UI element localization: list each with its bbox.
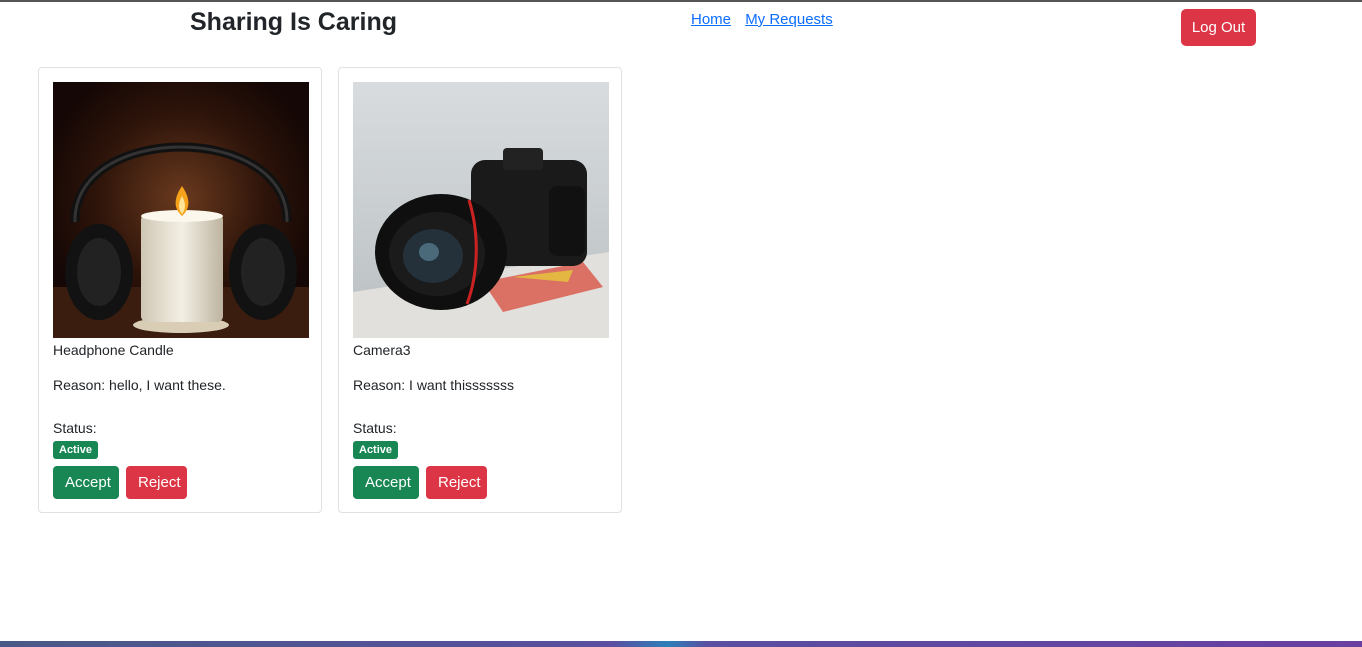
site-title: Sharing Is Caring [190, 8, 397, 36]
status-label: Status: [353, 420, 397, 436]
request-reason: Reason: I want thisssssss [353, 377, 515, 393]
reject-button[interactable]: Reject [426, 466, 487, 499]
item-image [353, 82, 609, 338]
top-border [0, 0, 1362, 2]
request-reason: Reason: hello, I want these. [53, 377, 226, 393]
reject-button[interactable]: Reject [126, 466, 187, 499]
status-badge: Active [353, 441, 399, 459]
nav-home-link[interactable]: Home [691, 11, 731, 28]
accept-button[interactable]: Accept [53, 466, 119, 499]
item-name: Headphone Candle [53, 342, 174, 358]
logout-button[interactable]: Log Out [1181, 9, 1256, 46]
nav-my-requests-link[interactable]: My Requests [745, 11, 833, 28]
status-badge: Active [53, 441, 99, 459]
request-card: Headphone Candle Reason: hello, I want t… [38, 67, 322, 513]
main-nav: Home My Requests [691, 11, 843, 28]
item-image [53, 82, 309, 338]
item-name: Camera3 [353, 342, 411, 358]
bottom-bar [0, 641, 1362, 647]
accept-button[interactable]: Accept [353, 466, 419, 499]
request-card: Camera3 Reason: I want thisssssss Status… [338, 67, 622, 513]
status-label: Status: [53, 420, 97, 436]
